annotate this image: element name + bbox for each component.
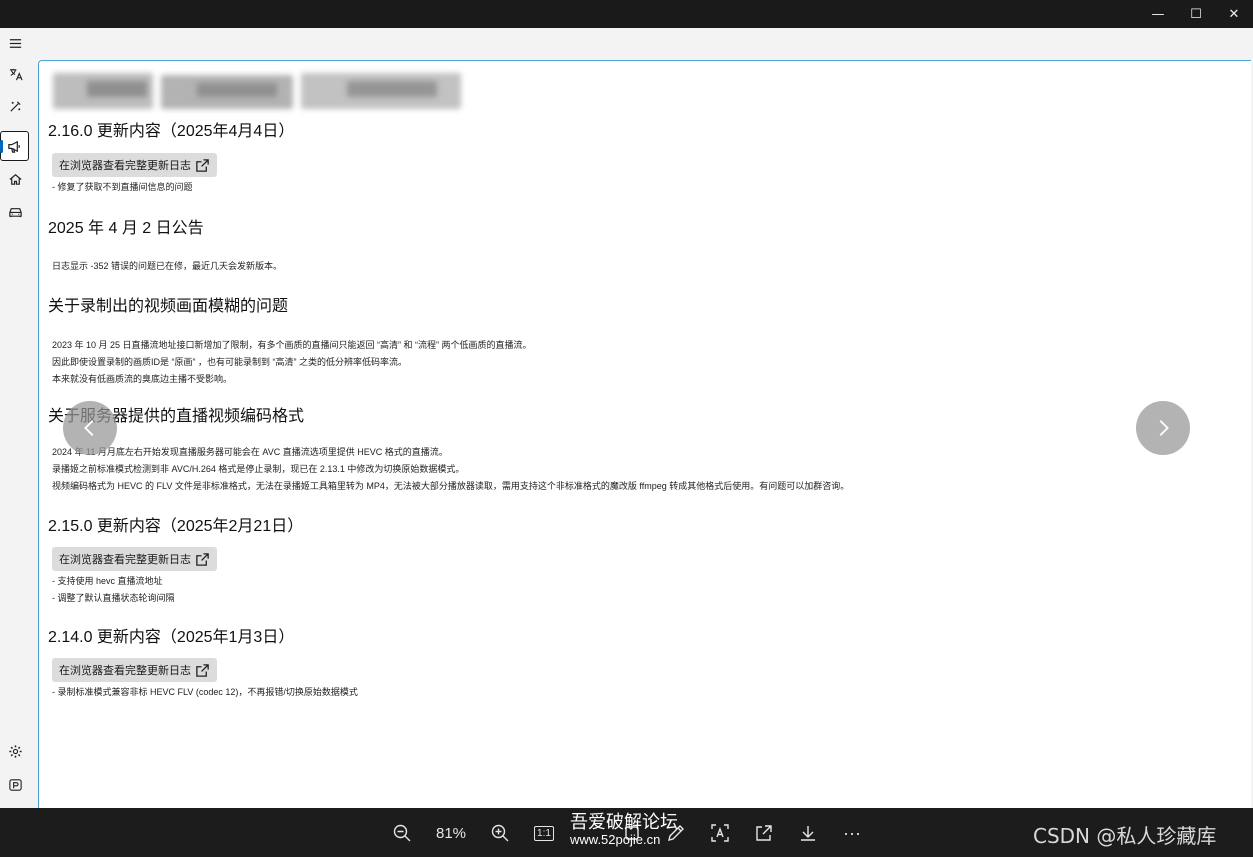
- list-item: 日志显示 -352 错误的问题已在修，最近几天会发新版本。: [52, 261, 283, 271]
- watermark-52pojie-url: www.52pojie.cn: [570, 832, 661, 847]
- section-title: 2.16.0 更新内容（2025年4月4日）: [48, 123, 295, 140]
- megaphone-icon: [8, 140, 20, 153]
- external-link-icon: [196, 663, 209, 677]
- section-title: 关于服务器提供的直播视频编码格式: [48, 408, 305, 425]
- nav-item-home[interactable]: [0, 164, 30, 194]
- list-item: 2024 年 11 月月底左右开始发现直播服务器可能会在 AVC 直播流选项里提…: [52, 447, 448, 457]
- text-scan-icon: [711, 824, 729, 842]
- car-icon: [8, 207, 22, 217]
- download-button[interactable]: [796, 820, 820, 846]
- text-recognition-button[interactable]: [708, 820, 732, 846]
- actual-size-button[interactable]: 1:1: [532, 820, 556, 846]
- share-button[interactable]: [752, 820, 776, 846]
- external-link-icon: [196, 158, 209, 172]
- translate-icon: [9, 68, 23, 80]
- download-icon: [801, 826, 815, 841]
- watermark-csdn: CSDN @私人珍藏库: [1033, 824, 1217, 848]
- zoom-value: 81%: [435, 824, 467, 842]
- list-item: - 支持使用 hevc 直播流地址: [52, 576, 163, 586]
- nav-item-translate[interactable]: [0, 59, 30, 89]
- zoom-out-button[interactable]: [390, 820, 414, 846]
- watermark-52pojie: 吾爱破解论坛: [570, 812, 678, 833]
- app-window: 2.16.0 更新内容（2025年4月4日） 在浏览器查看完整更新日志 - 修复…: [0, 28, 1253, 808]
- nav-item-car[interactable]: [0, 196, 30, 226]
- list-item: - 调整了默认直播状态轮询间隔: [52, 593, 175, 603]
- parking-icon: [8, 778, 22, 791]
- section-title: 关于录制出的视频画面模糊的问题: [48, 298, 289, 315]
- button-label: 在浏览器查看完整更新日志: [59, 665, 191, 677]
- next-image-button[interactable]: [1136, 401, 1190, 455]
- menu-button[interactable]: [0, 28, 30, 58]
- section-title: 2.15.0 更新内容（2025年2月21日）: [48, 518, 304, 535]
- hamburger-icon: [9, 38, 21, 48]
- magic-wand-icon: [9, 100, 21, 112]
- nav-item-extra[interactable]: [0, 769, 30, 799]
- window-controls: — ☐ ✕: [1139, 0, 1253, 28]
- nav-rail: [0, 28, 30, 808]
- announcement-panel: 2.16.0 更新内容（2025年4月4日） 在浏览器查看完整更新日志 - 修复…: [38, 60, 1251, 808]
- zoom-out-icon: [393, 824, 411, 842]
- open-changelog-button[interactable]: 在浏览器查看完整更新日志: [52, 547, 217, 571]
- actual-size-icon: 1:1: [534, 825, 554, 841]
- list-item: 因此即使设置录制的画质ID是 “原画” ，也有可能录制到 “高清” 之类的低分辨…: [52, 357, 407, 367]
- chevron-right-icon: [1159, 420, 1169, 436]
- zoom-in-icon: [491, 824, 509, 842]
- title-bar: — ☐ ✕: [0, 0, 1253, 28]
- nav-item-settings[interactable]: [0, 736, 30, 766]
- minimize-button[interactable]: —: [1139, 0, 1177, 28]
- open-changelog-button[interactable]: 在浏览器查看完整更新日志: [52, 153, 217, 177]
- zoom-in-button[interactable]: [488, 820, 512, 846]
- section-title: 2.14.0 更新内容（2025年1月3日）: [48, 629, 295, 646]
- list-item: - 录制标准模式兼容非标 HEVC FLV (codec 12)，不再报错/切换…: [52, 687, 358, 697]
- announcement-list: 2.16.0 更新内容（2025年4月4日） 在浏览器查看完整更新日志 - 修复…: [48, 121, 1238, 701]
- home-icon: [8, 173, 22, 185]
- viewer-toolbar: 81% 1:1 ··· 吾爱破解论坛 www.52pojie.cn CSDN @…: [0, 808, 1253, 857]
- gear-icon: [8, 744, 22, 758]
- previous-image-button[interactable]: [63, 401, 117, 455]
- list-item: - 修复了获取不到直播间信息的问题: [52, 182, 193, 192]
- list-item: 2023 年 10 月 25 日直播流地址接口新增加了限制，有多个画质的直播间只…: [52, 340, 532, 350]
- maximize-button[interactable]: ☐: [1177, 0, 1215, 28]
- zoom-level[interactable]: 81%: [428, 820, 474, 846]
- chevron-left-icon: [84, 420, 94, 436]
- nav-item-announcements[interactable]: [0, 131, 29, 161]
- button-label: 在浏览器查看完整更新日志: [59, 160, 191, 172]
- more-options-button[interactable]: ···: [840, 820, 864, 846]
- list-item: 录播姬之前标准模式检测到非 AVC/H.264 格式是停止录制，现已在 2.13…: [52, 464, 465, 474]
- section-title: 2025 年 4 月 2 日公告: [48, 220, 204, 237]
- blurred-header-image: [47, 69, 465, 111]
- close-button[interactable]: ✕: [1215, 0, 1253, 28]
- open-changelog-button[interactable]: 在浏览器查看完整更新日志: [52, 658, 217, 682]
- share-icon: [756, 825, 772, 841]
- button-label: 在浏览器查看完整更新日志: [59, 554, 191, 566]
- list-item: 视频编码格式为 HEVC 的 FLV 文件是非标准格式，无法在录播姬工具箱里转为…: [52, 481, 850, 491]
- more-icon: ···: [843, 822, 861, 843]
- nav-item-magic[interactable]: [0, 91, 30, 121]
- list-item: 本来就没有低画质流的臭底边主播不受影响。: [52, 374, 233, 384]
- external-link-icon: [196, 552, 209, 566]
